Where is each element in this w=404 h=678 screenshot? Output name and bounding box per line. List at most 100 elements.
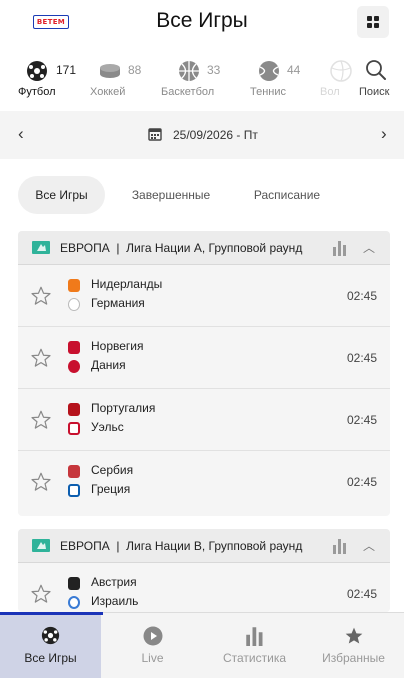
date-selector: ‹ 25/09/2026 - Пт › (0, 111, 404, 159)
team-name: Дания (91, 358, 126, 372)
grid-icon-cell (374, 23, 379, 28)
sport-label: Теннис (250, 86, 287, 98)
sport-count: 33 (207, 63, 221, 77)
grid-icon (367, 16, 372, 21)
soccer-ball-icon (41, 626, 60, 645)
collapse-chevron-icon[interactable]: ︿ (363, 537, 375, 554)
volleyball-icon (330, 60, 352, 82)
next-date-button[interactable]: › (381, 124, 387, 144)
team-name: Уэльс (91, 420, 124, 434)
sport-label: Баскетбол (161, 86, 215, 98)
match-row[interactable]: Португалия Уэльс 02:45 (18, 389, 390, 451)
sport-label: Вол (320, 86, 340, 98)
match-time: 02:45 (347, 289, 378, 303)
team-logo-icon (68, 422, 80, 435)
sport-item-tennis[interactable]: 44 Теннис (248, 52, 304, 106)
bar-chart-icon (246, 627, 263, 646)
nav-label: Избранные (322, 651, 385, 665)
team-name: Португалия (91, 401, 156, 415)
filter-tabs: Все Игры Завершенные Расписание (0, 176, 404, 214)
europe-flag-icon (32, 241, 50, 254)
favorite-star-icon[interactable] (30, 583, 52, 605)
team-name: Нидерланды (91, 277, 163, 291)
basketball-icon (179, 61, 199, 81)
league-group: ЕВРОПА | Лига Нации В, Групповой раунд ︿… (18, 529, 390, 612)
sport-label: Футбол (18, 86, 56, 98)
selected-date[interactable]: 25/09/2026 - Пт (173, 128, 258, 142)
sport-count: 88 (128, 63, 142, 77)
search-button[interactable]: Поиск (356, 52, 396, 106)
nav-label: Статистика (222, 651, 287, 665)
match-time: 02:45 (347, 413, 378, 427)
sport-item-football[interactable]: 171 Футбол (18, 52, 84, 106)
sports-bar: 171 Футбол 88 Хоккей 33 Баскетбол 44 Тен… (0, 52, 404, 106)
sport-label: Хоккей (90, 86, 126, 98)
sport-item-volleyball[interactable]: Вол (318, 52, 352, 106)
team-logo-icon (68, 484, 80, 497)
europe-flag-icon (32, 539, 50, 552)
sport-count: 171 (56, 63, 77, 77)
menu-button[interactable] (357, 6, 389, 38)
match-row[interactable]: Сербия Греция 02:45 (18, 451, 390, 513)
hockey-puck-icon (100, 64, 120, 78)
team-name: Израиль (91, 594, 139, 608)
bar-chart-icon[interactable] (332, 538, 348, 554)
team-logo-icon (68, 341, 80, 354)
tab-schedule[interactable]: Расписание (240, 176, 334, 214)
match-row[interactable]: Нидерланды Германия 02:45 (18, 265, 390, 327)
favorite-star-icon[interactable] (30, 347, 52, 369)
bar-chart-icon[interactable] (332, 240, 348, 256)
active-indicator (0, 612, 103, 615)
match-row[interactable]: Австрия Израиль 02:45 (18, 563, 390, 612)
search-icon (366, 60, 386, 80)
calendar-icon[interactable] (148, 127, 162, 141)
star-icon (345, 627, 363, 644)
league-title: ЕВРОПА | Лига Нации В, Групповой раунд (60, 539, 303, 553)
nav-all-games[interactable]: Все Игры (0, 612, 103, 678)
league-group: ЕВРОПА | Лига Нации А, Групповой раунд ︿… (18, 231, 390, 516)
bottom-navigation: Все Игры Live Статистика Избранные (0, 612, 404, 678)
tab-finished[interactable]: Завершенные (118, 176, 224, 214)
team-name: Германия (91, 296, 145, 310)
team-logo-icon (68, 403, 80, 416)
team-logo-icon (68, 360, 80, 373)
team-logo-icon (68, 596, 80, 609)
team-name: Норвегия (91, 339, 144, 353)
team-logo-icon (68, 279, 80, 292)
sport-item-basketball[interactable]: 33 Баскетбол (160, 52, 224, 106)
favorite-star-icon[interactable] (30, 285, 52, 307)
favorite-star-icon[interactable] (30, 409, 52, 431)
team-logo-icon (68, 577, 80, 590)
sport-item-hockey[interactable]: 88 Хоккей (90, 52, 150, 106)
league-header[interactable]: ЕВРОПА | Лига Нации В, Групповой раунд ︿ (18, 529, 390, 563)
app-header: BETEM Все Игры (0, 0, 404, 46)
team-name: Австрия (91, 575, 137, 589)
grid-icon-cell (367, 23, 372, 28)
search-label: Поиск (359, 86, 390, 98)
grid-icon-cell (374, 16, 379, 21)
nav-label: Live (141, 651, 164, 665)
soccer-ball-icon (27, 61, 47, 81)
nav-favorites[interactable]: Избранные (303, 613, 404, 678)
team-name: Сербия (91, 463, 134, 477)
league-header[interactable]: ЕВРОПА | Лига Нации А, Групповой раунд ︿ (18, 231, 390, 265)
match-time: 02:45 (347, 475, 378, 489)
nav-label: Все Игры (24, 651, 77, 665)
sport-count: 44 (287, 63, 301, 77)
prev-date-button[interactable]: ‹ (18, 124, 24, 144)
collapse-chevron-icon[interactable]: ︿ (363, 239, 375, 256)
team-logo-icon (68, 465, 80, 478)
match-row[interactable]: Норвегия Дания 02:45 (18, 327, 390, 389)
league-title: ЕВРОПА | Лига Нации А, Групповой раунд (60, 241, 303, 255)
nav-live[interactable]: Live (102, 613, 203, 678)
team-name: Греция (91, 482, 131, 496)
nav-statistics[interactable]: Статистика (204, 613, 305, 678)
page-title: Все Игры (156, 9, 248, 32)
match-time: 02:45 (347, 587, 378, 601)
match-time: 02:45 (347, 351, 378, 365)
play-icon (143, 626, 163, 646)
team-logo-icon (68, 298, 80, 311)
favorite-star-icon[interactable] (30, 471, 52, 493)
tab-all-games[interactable]: Все Игры (18, 176, 105, 214)
tennis-ball-icon (259, 61, 279, 81)
